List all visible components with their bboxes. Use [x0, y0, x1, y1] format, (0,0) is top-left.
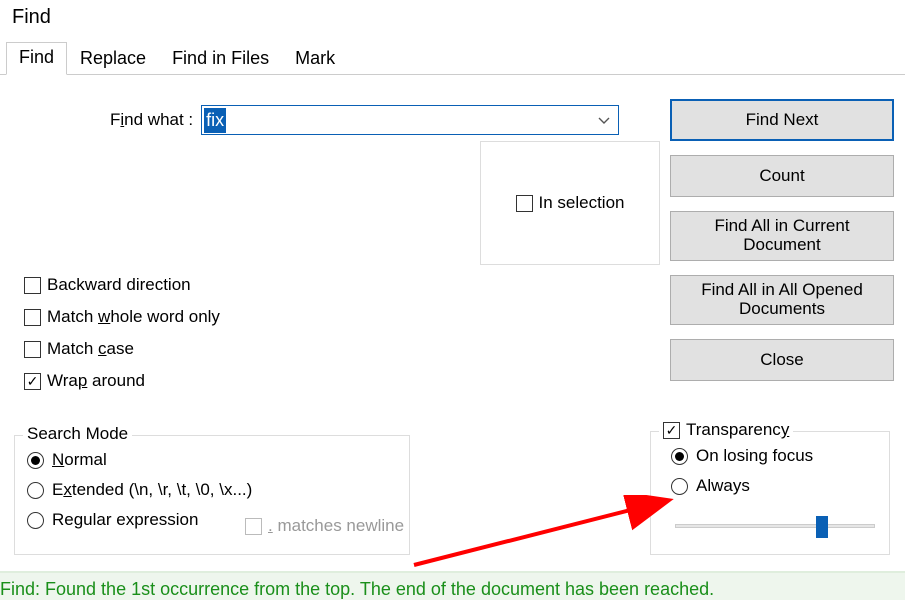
in-selection-checkbox[interactable]: [516, 195, 533, 212]
search-mode-regex-label: Regular expression: [52, 510, 198, 530]
tab-find[interactable]: Find: [6, 42, 67, 75]
transparency-group: Transparency On losing focus Always: [650, 431, 890, 555]
search-mode-normal-label: Normal: [52, 450, 107, 470]
close-button[interactable]: Close: [670, 339, 894, 381]
window-title: Find: [0, 0, 905, 31]
transparency-checkbox[interactable]: [663, 422, 680, 439]
find-all-opened-button[interactable]: Find All in All Opened Documents: [670, 275, 894, 325]
transparency-on-losing-label: On losing focus: [696, 446, 813, 466]
search-mode-normal-radio[interactable]: [27, 452, 44, 469]
tab-bar: Find Replace Find in Files Mark: [0, 41, 905, 75]
whole-word-checkbox[interactable]: [24, 309, 41, 326]
transparency-on-losing-radio[interactable]: [671, 448, 688, 465]
matches-newline-checkbox: [245, 518, 262, 535]
in-selection-group: In selection: [480, 141, 660, 265]
tab-replace[interactable]: Replace: [67, 43, 159, 75]
chevron-down-icon[interactable]: [598, 110, 610, 130]
count-button[interactable]: Count: [670, 155, 894, 197]
find-what-label: Find what :: [110, 110, 193, 130]
whole-word-label: Match whole word only: [47, 307, 220, 327]
transparency-slider[interactable]: [675, 524, 875, 528]
search-mode-regex-radio[interactable]: [27, 512, 44, 529]
transparency-always-label: Always: [696, 476, 750, 496]
search-mode-extended-radio[interactable]: [27, 482, 44, 499]
status-bar: Find: Found the 1st occurrence from the …: [0, 571, 905, 600]
transparency-label: Transparency: [686, 420, 789, 440]
tab-find-in-files[interactable]: Find in Files: [159, 43, 282, 75]
wrap-around-checkbox[interactable]: [24, 373, 41, 390]
wrap-around-label: Wrap around: [47, 371, 145, 391]
search-mode-label: Search Mode: [23, 424, 132, 444]
backward-direction-label: Backward direction: [47, 275, 191, 295]
find-next-button[interactable]: Find Next: [670, 99, 894, 141]
tab-mark[interactable]: Mark: [282, 43, 348, 75]
matches-newline-label: . matches newline: [268, 516, 404, 536]
in-selection-label: In selection: [539, 193, 625, 213]
backward-direction-checkbox[interactable]: [24, 277, 41, 294]
slider-thumb[interactable]: [816, 516, 828, 538]
match-case-checkbox[interactable]: [24, 341, 41, 358]
find-all-current-button[interactable]: Find All in Current Document: [670, 211, 894, 261]
transparency-always-radio[interactable]: [671, 478, 688, 495]
annotation-arrow: [410, 495, 690, 575]
match-case-label: Match case: [47, 339, 134, 359]
search-mode-group: Search Mode Normal Extended (\n, \r, \t,…: [14, 435, 410, 555]
find-what-combobox[interactable]: fix: [201, 105, 619, 135]
search-mode-extended-label: Extended (\n, \r, \t, \0, \x...): [52, 480, 252, 500]
find-what-value[interactable]: fix: [204, 108, 226, 133]
